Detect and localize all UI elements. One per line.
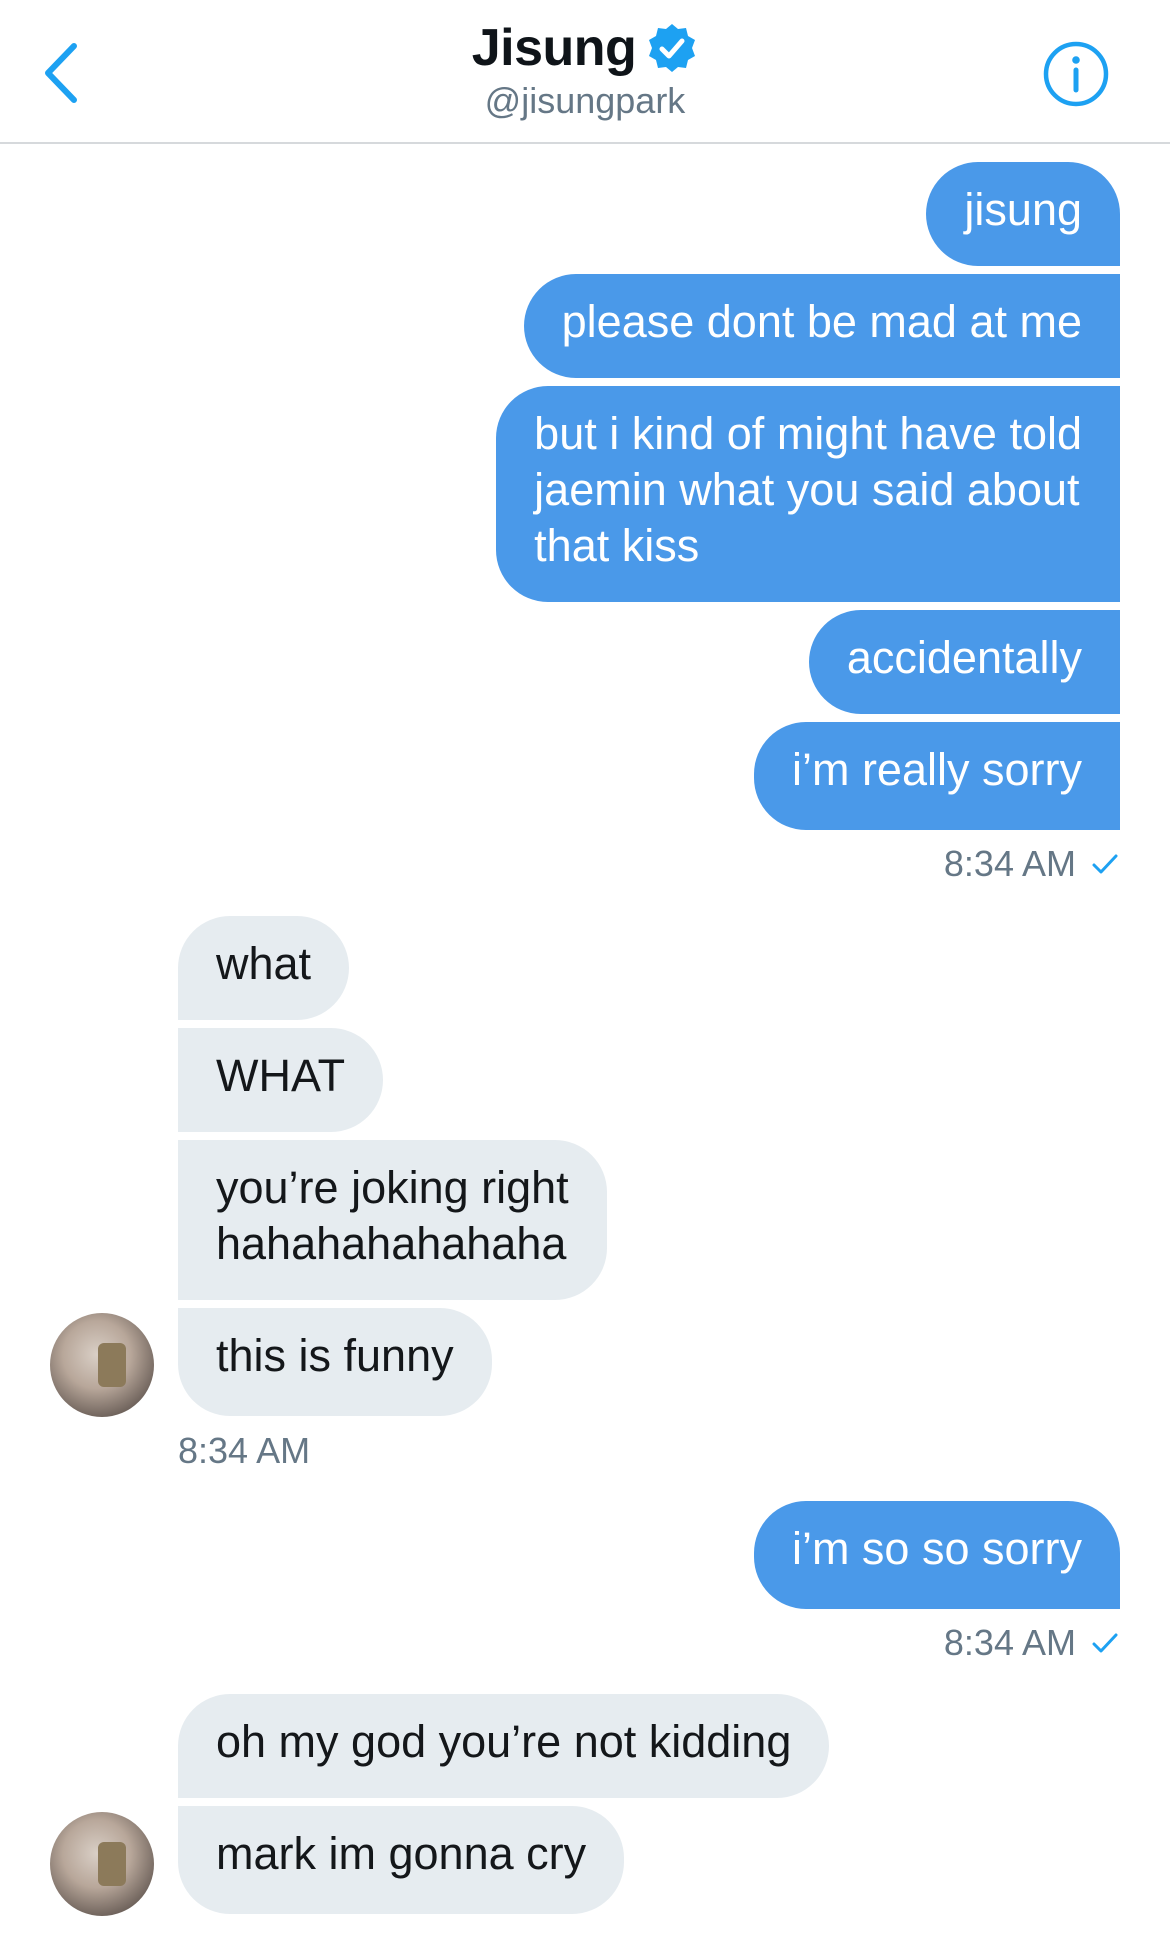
verified-badge-icon [649, 24, 696, 72]
contact-name: Jisung [471, 19, 637, 77]
received-message[interactable]: you’re joking right hahahahahahaha [178, 1140, 607, 1300]
sent-message[interactable]: jisung [926, 162, 1120, 266]
conversation-header: Jisung @jisungpark [0, 0, 1170, 144]
received-message[interactable]: this is funny [178, 1308, 492, 1416]
message-timestamp: 8:34 AM [178, 1430, 311, 1471]
sent-message[interactable]: but i kind of might have told jaemin wha… [496, 386, 1120, 602]
checkmark-icon [1092, 1633, 1118, 1653]
avatar[interactable] [50, 1812, 154, 1916]
message-timestamp: 8:34 AM [944, 1622, 1120, 1664]
received-message[interactable]: WHAT [178, 1028, 384, 1132]
sent-message[interactable]: i’m really sorry [753, 722, 1120, 830]
received-message[interactable]: mark im gonna cry [178, 1806, 625, 1914]
contact-handle: @jisungpark [484, 80, 686, 121]
sent-message[interactable]: i’m so so sorry [753, 1501, 1120, 1609]
checkmark-icon [1092, 854, 1118, 874]
sent-message[interactable]: please dont be mad at me [523, 274, 1120, 378]
received-message[interactable]: oh my god you’re not kidding [178, 1694, 830, 1798]
conversation-title[interactable]: Jisung @jisungpark [0, 18, 1170, 122]
message-timestamp: 8:34 AM [944, 843, 1120, 885]
info-icon[interactable] [1042, 40, 1110, 108]
received-message[interactable]: what [178, 916, 350, 1020]
sent-message[interactable]: accidentally [808, 610, 1120, 714]
avatar[interactable] [50, 1313, 154, 1417]
